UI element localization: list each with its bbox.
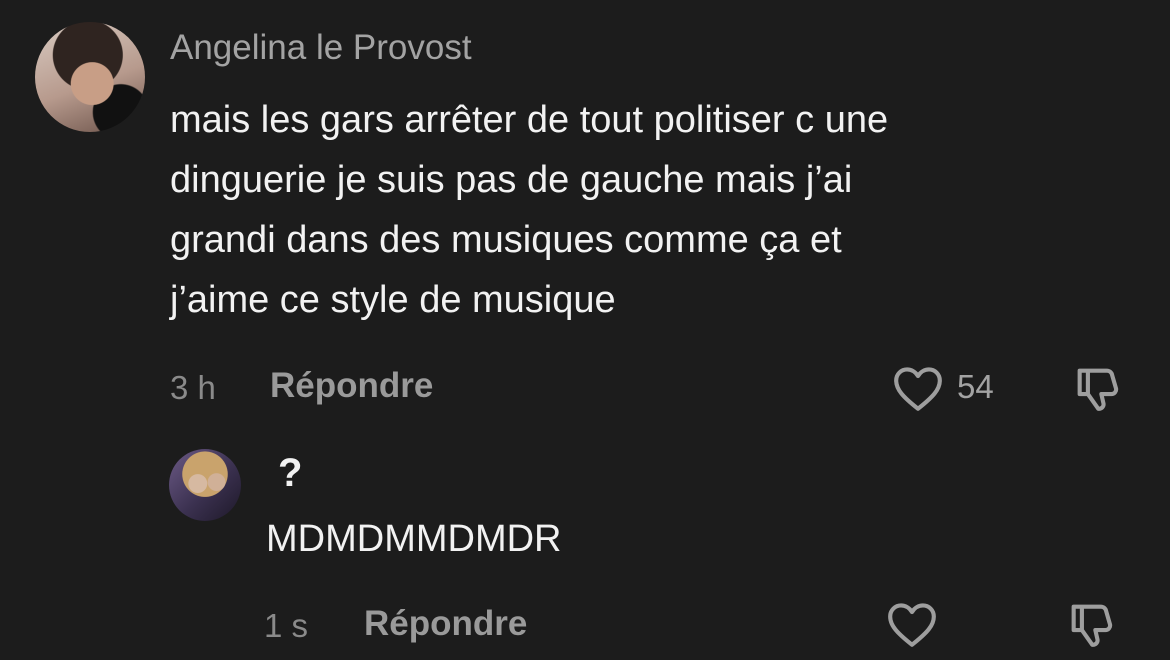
heart-outline-icon xyxy=(885,600,939,648)
reply-username[interactable]: ? xyxy=(278,451,302,496)
reply-text: MDMDMMDMDR xyxy=(266,518,562,560)
comment-text-line: dinguerie je suis pas de gauche mais j’a… xyxy=(170,159,853,201)
like-count: 54 xyxy=(957,368,994,405)
heart-outline-icon xyxy=(891,364,945,412)
reply-dislike-button[interactable] xyxy=(1064,598,1118,650)
comment-username[interactable]: Angelina le Provost xyxy=(170,28,472,68)
comment-text-line: grandi dans des musiques comme ça et xyxy=(170,219,842,261)
thumbs-down-icon xyxy=(1070,362,1124,414)
reply-button[interactable]: Répondre xyxy=(270,366,433,406)
reply-avatar[interactable] xyxy=(169,449,241,521)
reply-reply-button[interactable]: Répondre xyxy=(364,604,527,644)
comment-text: mais les gars arrêter de tout politiser … xyxy=(170,90,1110,330)
avatar[interactable] xyxy=(35,22,145,132)
like-button[interactable] xyxy=(891,364,945,412)
comment-text-line: j’aime ce style de musique xyxy=(170,279,616,321)
reply-timestamp: 1 s xyxy=(264,607,309,644)
comment-timestamp: 3 h xyxy=(170,369,216,406)
dislike-button[interactable] xyxy=(1070,362,1124,414)
reply-like-button[interactable] xyxy=(885,600,939,648)
comment-text-line: mais les gars arrêter de tout politiser … xyxy=(170,99,889,141)
thumbs-down-icon xyxy=(1064,598,1118,650)
